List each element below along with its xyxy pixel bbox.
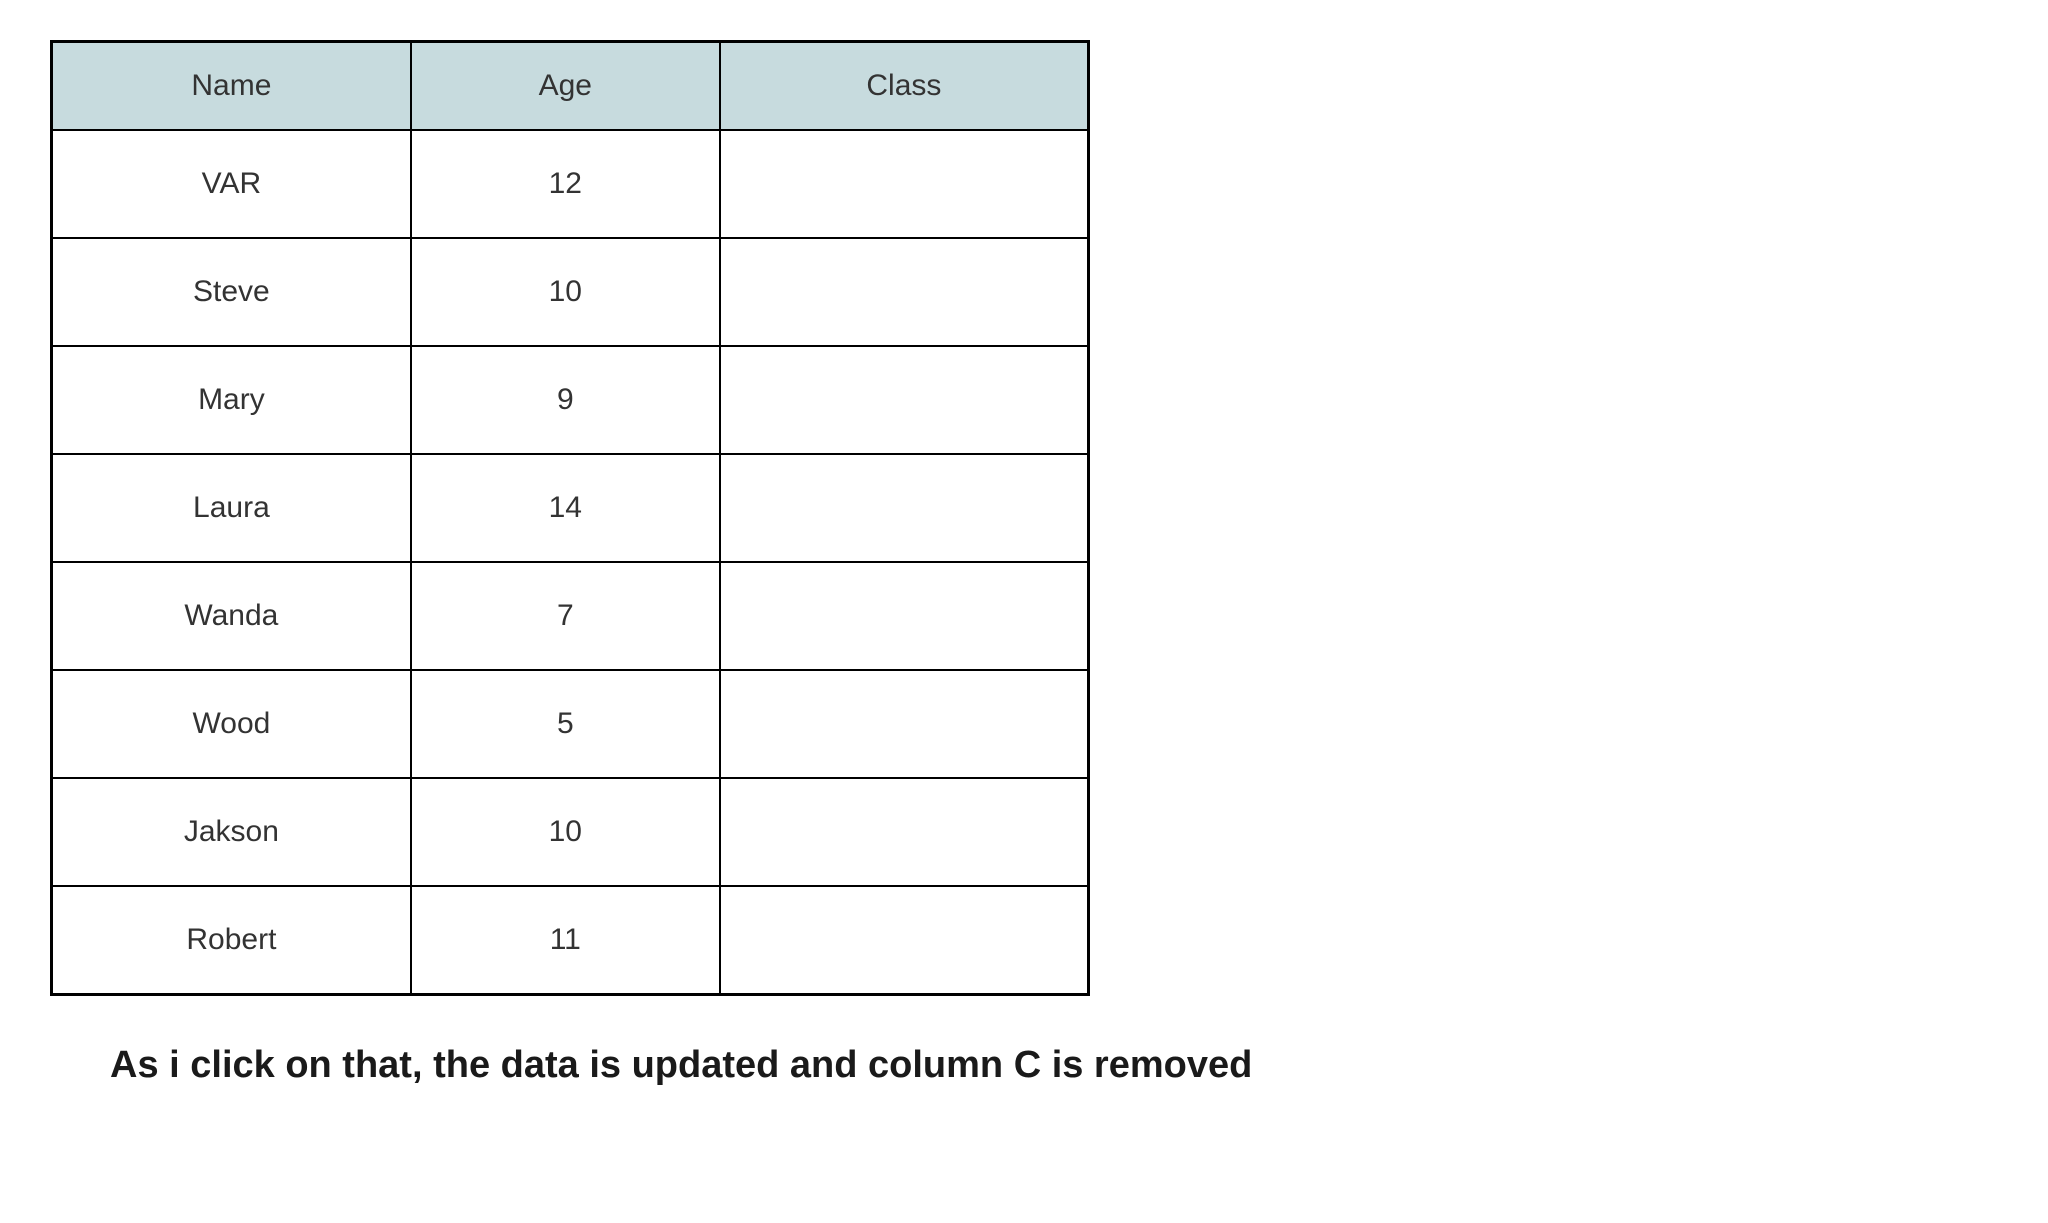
cell-name: Wood (52, 670, 411, 778)
cell-class (720, 778, 1089, 886)
cell-name: Robert (52, 886, 411, 995)
table-row: VAR 12 (52, 130, 1089, 238)
cell-age: 14 (411, 454, 720, 562)
cell-age: 10 (411, 238, 720, 346)
caption-text: As i click on that, the data is updated … (50, 1044, 1998, 1087)
cell-class (720, 562, 1089, 670)
cell-age: 10 (411, 778, 720, 886)
table-row: Steve 10 (52, 238, 1089, 346)
cell-age: 9 (411, 346, 720, 454)
table-row: Jakson 10 (52, 778, 1089, 886)
cell-age: 11 (411, 886, 720, 995)
cell-age: 12 (411, 130, 720, 238)
table-row: Wood 5 (52, 670, 1089, 778)
cell-name: VAR (52, 130, 411, 238)
cell-age: 5 (411, 670, 720, 778)
cell-name: Laura (52, 454, 411, 562)
cell-class (720, 670, 1089, 778)
cell-name: Mary (52, 346, 411, 454)
cell-name: Steve (52, 238, 411, 346)
table-row: Robert 11 (52, 886, 1089, 995)
data-table: Name Age Class VAR 12 Steve 10 Mary 9 La… (50, 40, 1090, 996)
table-row: Laura 14 (52, 454, 1089, 562)
cell-class (720, 238, 1089, 346)
table-row: Mary 9 (52, 346, 1089, 454)
cell-class (720, 886, 1089, 995)
column-header-name: Name (52, 42, 411, 131)
cell-age: 7 (411, 562, 720, 670)
cell-name: Jakson (52, 778, 411, 886)
cell-class (720, 130, 1089, 238)
cell-name: Wanda (52, 562, 411, 670)
cell-class (720, 454, 1089, 562)
table-header-row: Name Age Class (52, 42, 1089, 131)
column-header-class: Class (720, 42, 1089, 131)
cell-class (720, 346, 1089, 454)
table-row: Wanda 7 (52, 562, 1089, 670)
column-header-age: Age (411, 42, 720, 131)
